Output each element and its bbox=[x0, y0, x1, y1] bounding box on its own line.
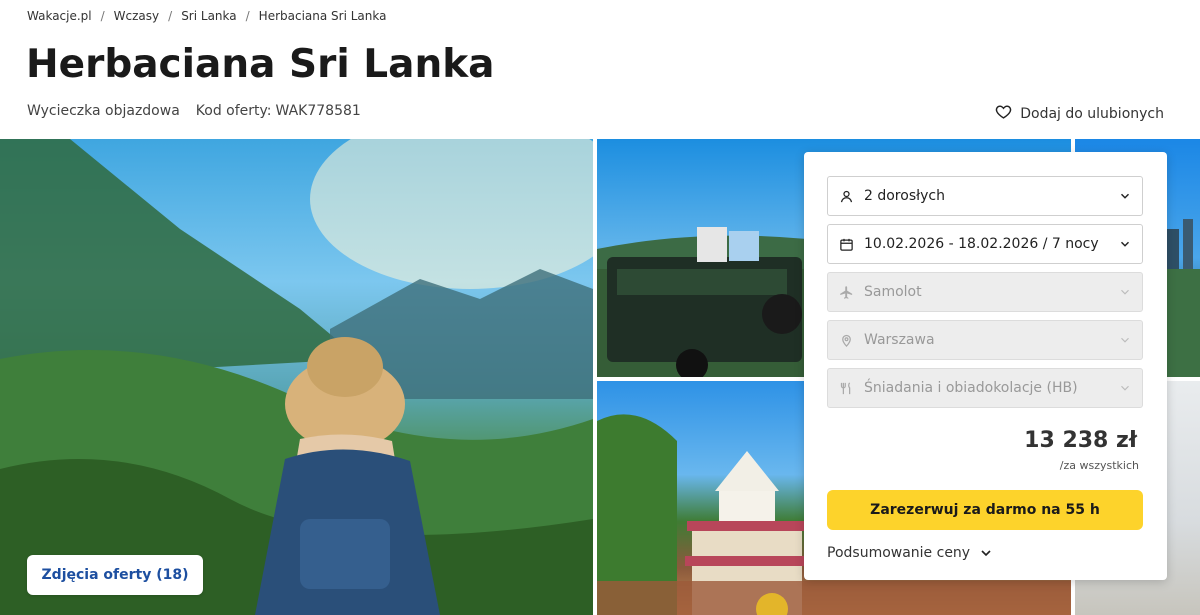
transport-select: Samolot bbox=[827, 272, 1143, 312]
breadcrumb: Wakacje.pl / Wczasy / Sri Lanka / Herbac… bbox=[27, 9, 386, 23]
departure-select: Warszawa bbox=[827, 320, 1143, 360]
add-to-favorites-button[interactable]: Dodaj do ulubionych bbox=[995, 103, 1164, 124]
person-icon bbox=[838, 188, 854, 204]
total-price: 13 238 zł bbox=[1024, 428, 1137, 453]
price-summary-label: Podsumowanie ceny bbox=[827, 545, 971, 561]
breadcrumb-separator: / bbox=[245, 9, 250, 23]
breadcrumb-item-home[interactable]: Wakacje.pl bbox=[27, 9, 92, 23]
location-pin-icon bbox=[838, 332, 854, 348]
breadcrumb-item-sri-lanka[interactable]: Sri Lanka bbox=[181, 9, 236, 23]
offer-meta: Wycieczka objazdowa Kod oferty: WAK77858… bbox=[27, 103, 361, 119]
chevron-down-icon bbox=[981, 550, 991, 557]
board-value: Śniadania i obiadokolacje (HB) bbox=[864, 380, 1078, 396]
offer-code-label: Kod oferty: bbox=[195, 103, 272, 119]
main-photo-traveler-in-mountains[interactable]: Zdjęcia oferty (18) bbox=[0, 139, 593, 615]
breadcrumb-item-current: Herbaciana Sri Lanka bbox=[258, 9, 387, 23]
chevron-down-icon bbox=[1121, 385, 1129, 391]
offer-code: Kod oferty: WAK778581 bbox=[196, 103, 361, 119]
cutlery-icon bbox=[838, 380, 854, 396]
chevron-down-icon bbox=[1120, 241, 1130, 247]
breadcrumb-separator: / bbox=[100, 9, 105, 23]
plane-icon bbox=[838, 284, 854, 300]
transport-value: Samolot bbox=[864, 284, 922, 300]
reserve-button[interactable]: Zarezerwuj za darmo na 55 h bbox=[827, 490, 1143, 530]
breadcrumb-separator: / bbox=[168, 9, 173, 23]
chevron-down-icon bbox=[1121, 289, 1129, 295]
board-select: Śniadania i obiadokolacje (HB) bbox=[827, 368, 1143, 408]
price-note: /za wszystkich bbox=[1059, 459, 1139, 472]
chevron-down-icon bbox=[1120, 193, 1130, 199]
trip-type: Wycieczka objazdowa bbox=[27, 103, 180, 119]
offer-code-value: WAK778581 bbox=[275, 103, 361, 119]
price-summary-toggle[interactable]: Podsumowanie ceny bbox=[827, 545, 994, 561]
breadcrumb-item-wczasy[interactable]: Wczasy bbox=[114, 9, 159, 23]
chevron-down-icon bbox=[1121, 337, 1129, 343]
add-to-favorites-label: Dodaj do ulubionych bbox=[1020, 105, 1164, 122]
heart-icon bbox=[995, 103, 1012, 124]
travelers-select[interactable]: 2 dorosłych bbox=[827, 176, 1143, 216]
departure-value: Warszawa bbox=[864, 332, 935, 348]
page-title: Herbaciana Sri Lanka bbox=[26, 42, 495, 87]
booking-panel: 2 dorosłych 10.02.2026 - 18.02.2026 / 7 … bbox=[804, 152, 1167, 580]
dates-select[interactable]: 10.02.2026 - 18.02.2026 / 7 nocy bbox=[827, 224, 1143, 264]
travelers-value: 2 dorosłych bbox=[864, 188, 945, 204]
gallery-photos-button[interactable]: Zdjęcia oferty (18) bbox=[27, 555, 203, 595]
calendar-icon bbox=[838, 236, 854, 252]
dates-value: 10.02.2026 - 18.02.2026 / 7 nocy bbox=[864, 236, 1099, 252]
